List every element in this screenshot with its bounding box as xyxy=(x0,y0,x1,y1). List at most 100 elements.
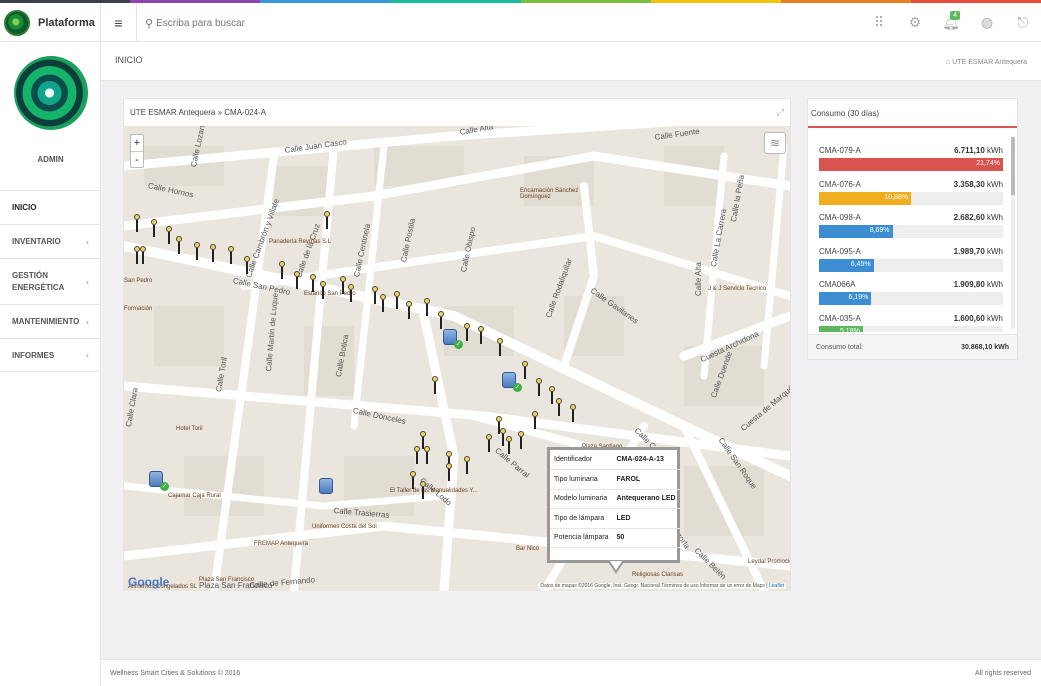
lamp-pole xyxy=(538,384,540,396)
sidebar-item-mantenimiento[interactable]: MANTENIMIENTO ‹ xyxy=(0,304,101,338)
streetlight-marker[interactable] xyxy=(549,386,555,404)
streetlight-marker[interactable] xyxy=(432,376,438,394)
gear-icon[interactable]: ⚙ xyxy=(897,3,933,42)
consumption-panel: Consumo (30 días) CMA-079-A 6.711,10 kWh 2… xyxy=(807,98,1018,360)
streetlight-marker[interactable] xyxy=(194,242,200,260)
sidebar-item-inventario[interactable]: INVENTARIO ‹ xyxy=(0,224,101,258)
globe-icon[interactable]: ◍ xyxy=(969,3,1005,42)
brand-name: Plataforma xyxy=(38,16,95,29)
consumption-percent: 6,45% xyxy=(850,260,871,268)
streetlight-marker[interactable] xyxy=(464,456,470,474)
sidebar-item-gestion-energetica[interactable]: GESTIÓN ENERGÉTICA ‹ xyxy=(0,258,101,304)
expand-icon[interactable]: ⤢ xyxy=(777,107,784,118)
poi-label: San Pedro xyxy=(124,278,153,284)
streetlight-marker[interactable] xyxy=(324,211,330,229)
streetlight-marker[interactable] xyxy=(294,271,300,289)
consumption-row[interactable]: CMA-035-A 1.600,60 kWh 5,18% xyxy=(819,314,1003,333)
footer-copyright: Wellness Smart Cities & Solutions © 2016 xyxy=(110,670,241,677)
sidebar-item-label: INICIO xyxy=(12,203,37,212)
consumption-value: 2.682,60 kWh xyxy=(954,213,1003,222)
streetlight-marker[interactable] xyxy=(380,294,386,312)
page-title: INICIO xyxy=(115,55,143,65)
streetlight-marker[interactable] xyxy=(420,481,426,499)
logout-icon[interactable]: ⎋ xyxy=(1005,3,1041,42)
streetlight-marker[interactable] xyxy=(532,411,538,429)
lamp-pole xyxy=(434,382,436,394)
scrollbar-thumb[interactable] xyxy=(1011,137,1015,195)
streetlight-marker[interactable] xyxy=(176,236,182,254)
streetlight-marker[interactable] xyxy=(134,214,140,232)
cabinet-marker[interactable] xyxy=(319,478,335,496)
consumption-row[interactable]: CMA-079-A 6.711,10 kWh 21,74% xyxy=(819,146,1003,180)
consumption-scrollbar[interactable] xyxy=(1011,137,1015,329)
poi-label: J & J Servicio Tecnico xyxy=(708,286,767,292)
streetlight-marker[interactable] xyxy=(486,434,492,452)
streetlight-marker[interactable] xyxy=(320,281,326,299)
streetlight-marker[interactable] xyxy=(406,301,412,319)
streetlight-marker[interactable] xyxy=(424,446,430,464)
sidebar-item-informes[interactable]: INFORMES ‹ xyxy=(0,338,101,372)
streetlight-marker[interactable] xyxy=(424,298,430,316)
sidebar-item-label: INVENTARIO xyxy=(12,237,61,246)
streetlight-marker[interactable] xyxy=(556,398,562,416)
streetlight-marker[interactable] xyxy=(394,291,400,309)
streetlight-marker[interactable] xyxy=(506,436,512,454)
chevron-left-icon: ‹ xyxy=(86,276,89,287)
streetlight-marker[interactable] xyxy=(210,244,216,262)
streetlight-marker[interactable] xyxy=(244,256,250,274)
streetlight-marker[interactable] xyxy=(570,404,576,422)
cabinet-marker[interactable]: ✓ xyxy=(443,329,463,349)
brand[interactable]: Plataforma xyxy=(0,3,101,42)
cabinet-marker[interactable]: ✓ xyxy=(502,372,522,392)
streetlight-marker[interactable] xyxy=(372,286,378,304)
breadcrumb[interactable]: ⌂ UTE ESMAR Antequera xyxy=(946,59,1027,66)
hamburger-icon[interactable]: ≡ xyxy=(101,3,137,42)
apps-grid-icon[interactable]: ⠿ xyxy=(861,3,897,42)
streetlight-marker[interactable] xyxy=(446,463,452,481)
poi-label: Encarnación Sánchez Domínguez xyxy=(520,188,579,200)
consumption-bar-track: 21,74% xyxy=(819,158,1003,171)
streetlight-marker[interactable] xyxy=(140,246,146,264)
streetlight-marker[interactable] xyxy=(536,378,542,396)
streetlight-marker[interactable] xyxy=(134,246,140,264)
zoom-in-button[interactable]: + xyxy=(131,135,143,151)
consumption-value: 3.358,30 kWh xyxy=(954,180,1003,189)
streetlight-marker[interactable] xyxy=(438,311,444,329)
streetlight-marker[interactable] xyxy=(151,219,157,237)
sidebar: ADMIN INICIO INVENTARIO ‹ GESTIÓN ENERGÉ… xyxy=(0,42,101,686)
zoom-out-button[interactable]: - xyxy=(131,151,143,167)
streetlight-marker[interactable] xyxy=(348,284,354,302)
sidebar-item-inicio[interactable]: INICIO xyxy=(0,190,101,224)
layers-icon[interactable]: ≋ xyxy=(764,132,786,154)
streetlight-marker[interactable] xyxy=(340,276,346,294)
lamp-pole xyxy=(246,262,248,274)
google-logo: Google xyxy=(128,575,170,589)
streetlight-marker[interactable] xyxy=(279,261,285,279)
streetlight-marker[interactable] xyxy=(310,274,316,292)
consumption-row[interactable]: CMA-098-A 2.682,60 kWh 8,69% xyxy=(819,213,1003,247)
cabinet-marker[interactable]: ✓ xyxy=(149,471,169,491)
lamp-pole xyxy=(520,437,522,449)
search-box[interactable]: ⚲ xyxy=(145,15,395,31)
consumption-number: 1.989,70 xyxy=(953,246,985,256)
consumption-row[interactable]: CMA066A 1.909,80 kWh 6,19% xyxy=(819,280,1003,314)
consumption-row[interactable]: CMA-095-A 1.989,70 kWh 6,45% xyxy=(819,247,1003,281)
consumption-row[interactable]: CMA-076-A 3.358,30 kWh 10,88% xyxy=(819,180,1003,214)
streetlight-marker[interactable] xyxy=(522,361,528,379)
map[interactable]: + - ≋ Calle Alta Calle Fuente Calle Juan C… xyxy=(124,126,790,591)
streetlight-marker[interactable] xyxy=(228,246,234,264)
consumption-percent: 5,18% xyxy=(839,327,860,333)
sidebar-item-label: GESTIÓN ENERGÉTICA xyxy=(12,270,65,292)
lamp-pole xyxy=(426,304,428,316)
bell-icon[interactable]: 🔔︎ 4 xyxy=(933,3,969,42)
streetlight-marker[interactable] xyxy=(464,323,470,341)
leaflet-link[interactable]: Leaflet xyxy=(769,583,784,589)
search-input[interactable] xyxy=(156,17,387,29)
streetlight-marker[interactable] xyxy=(414,446,420,464)
streetlight-marker[interactable] xyxy=(478,326,484,344)
streetlight-marker[interactable] xyxy=(497,338,503,356)
streetlight-marker[interactable] xyxy=(166,226,172,244)
streetlight-marker[interactable] xyxy=(518,431,524,449)
popup-key: Identificador xyxy=(550,450,613,470)
streetlight-marker[interactable] xyxy=(410,471,416,489)
